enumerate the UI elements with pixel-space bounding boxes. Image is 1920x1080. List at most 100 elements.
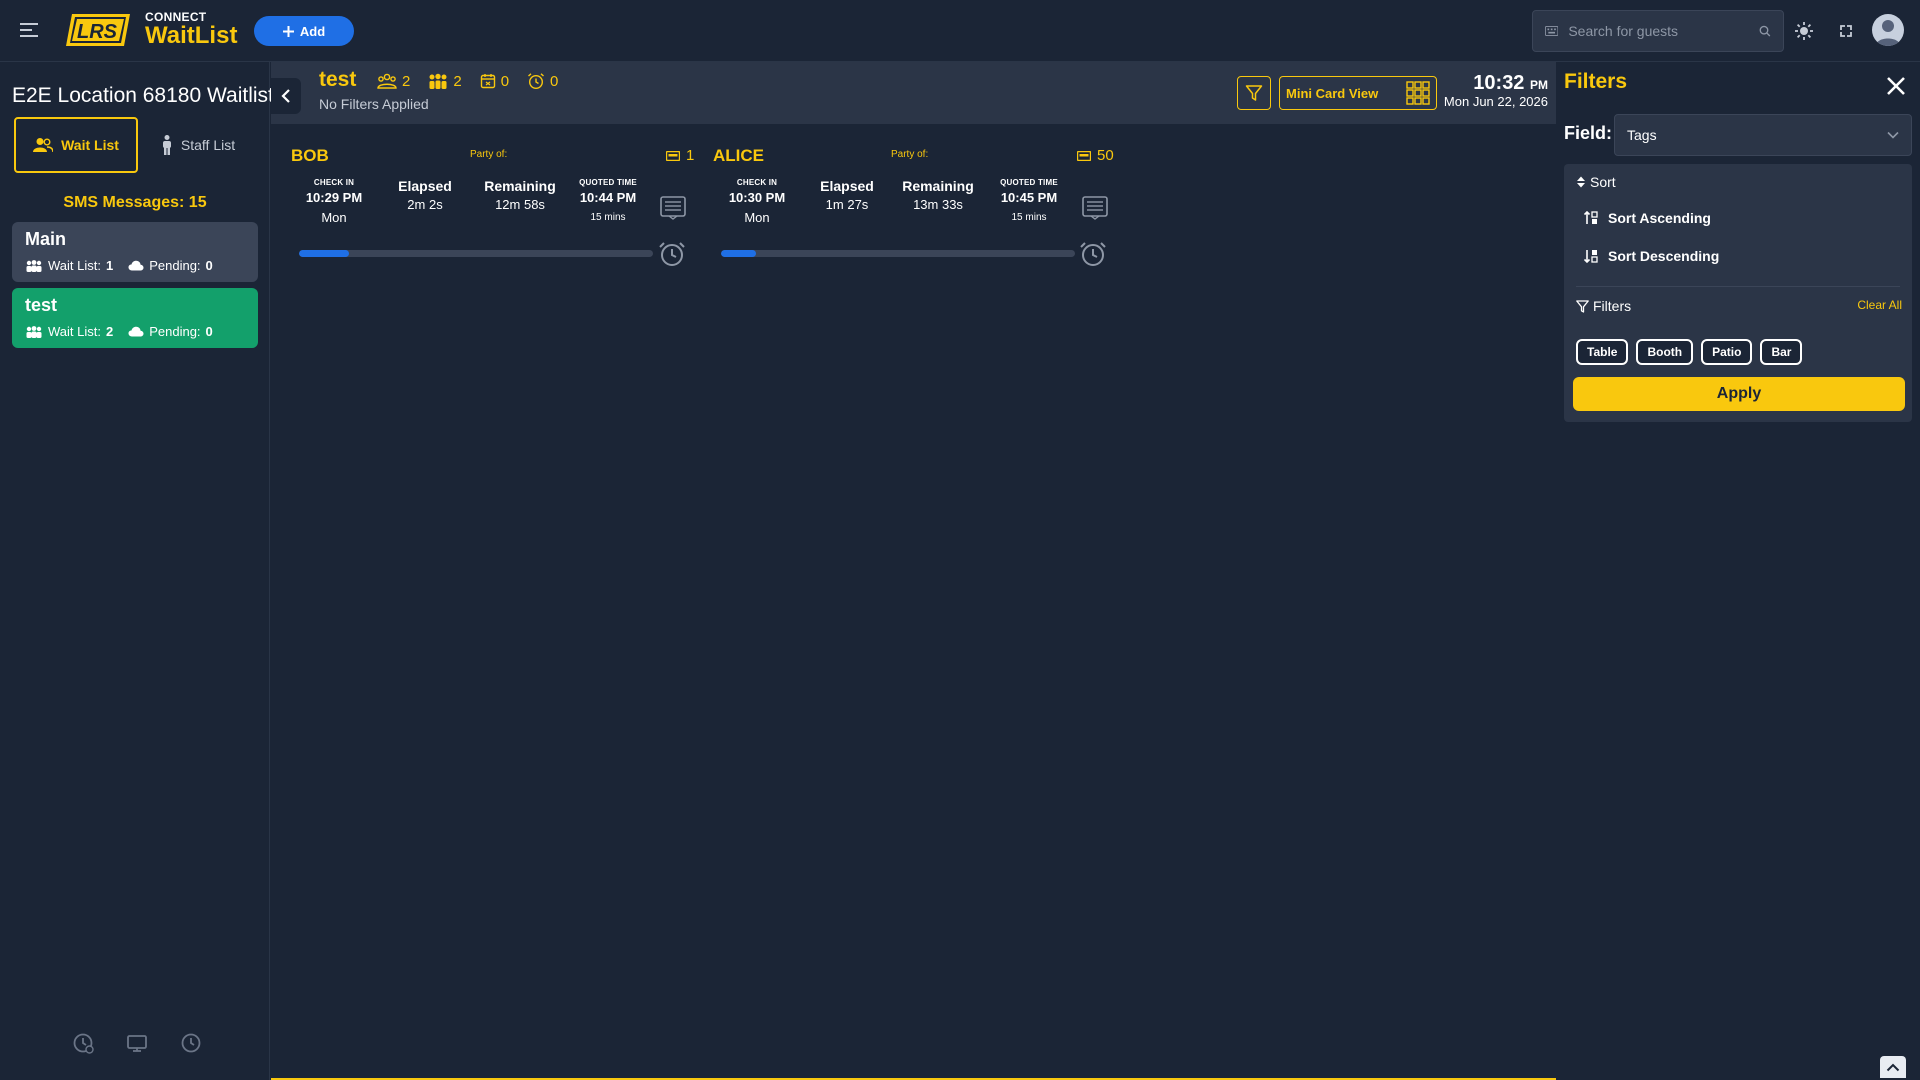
remaining-value: 13m 33s xyxy=(913,197,963,212)
checkin-label: CHECK IN xyxy=(736,178,778,187)
sort-filter-box: Sort Sort Ascending Sort Descending Filt… xyxy=(1564,164,1912,422)
scroll-to-top-button[interactable] xyxy=(1880,1056,1906,1078)
remaining-label: Remaining xyxy=(484,178,556,194)
guest-card[interactable]: ALICE Party of: 50 CHECK IN 10:30 PM Mon… xyxy=(713,138,1121,278)
sort-descending-option[interactable]: Sort Descending xyxy=(1584,248,1719,264)
sort-icon xyxy=(1577,176,1585,188)
tab-wait-list-label: Wait List xyxy=(61,137,119,153)
pending-count-label: Pending: xyxy=(149,324,201,339)
top-bar: LRS CONNECT WaitList Add xyxy=(0,0,1920,62)
alarm-clock-icon[interactable] xyxy=(1079,240,1107,268)
search-icon[interactable] xyxy=(1759,24,1771,38)
collapse-sidebar-button[interactable] xyxy=(271,78,301,114)
checkin-time: 10:30 PM xyxy=(728,190,786,205)
apply-button[interactable]: Apply xyxy=(1573,377,1905,411)
wait-progress-fill xyxy=(299,250,349,257)
chevron-down-icon xyxy=(1887,131,1899,139)
wait-progress-fill xyxy=(721,250,757,257)
remaining-column: Remaining 13m 33s xyxy=(898,178,978,212)
plus-icon xyxy=(282,25,294,37)
quoted-time: 10:45 PM xyxy=(1000,190,1058,205)
clock-time: 10:32 xyxy=(1473,72,1525,94)
field-select-value: Tags xyxy=(1627,127,1657,143)
sort-ascending-option[interactable]: Sort Ascending xyxy=(1584,210,1711,226)
quoted-column: QUOTED TIME 10:44 PM 15 mins xyxy=(573,178,643,223)
guest-card[interactable]: BOB Party of: 1 CHECK IN 10:29 PM Mon El… xyxy=(291,138,699,278)
person-standing-icon xyxy=(162,135,171,155)
checkin-label: CHECK IN xyxy=(313,178,355,187)
notes-icon[interactable] xyxy=(1082,196,1108,220)
remaining-column: Remaining 12m 58s xyxy=(480,178,560,212)
history-help-icon[interactable] xyxy=(72,1032,94,1054)
checkin-time: 10:29 PM xyxy=(305,190,363,205)
tab-wait-list[interactable]: Wait List xyxy=(14,117,138,173)
alarms-counter: 0 xyxy=(527,72,558,90)
waitlist-count-label: Wait List: xyxy=(48,258,101,273)
sort-descending-label: Sort Descending xyxy=(1608,248,1720,264)
hamburger-menu-icon[interactable] xyxy=(19,19,41,41)
alarm-clock-icon xyxy=(528,73,544,90)
brand: CONNECT WaitList xyxy=(145,11,237,49)
view-label: Mini Card View xyxy=(1286,85,1379,101)
tab-staff-list[interactable]: Staff List xyxy=(138,117,258,173)
sort-ascending-label: Sort Ascending xyxy=(1608,210,1711,226)
add-button[interactable]: Add xyxy=(254,16,354,46)
chevron-left-icon xyxy=(281,89,290,103)
clock-icon[interactable] xyxy=(180,1032,202,1054)
list-title: test xyxy=(319,68,357,91)
elapsed-label: Elapsed xyxy=(398,178,452,194)
reservations-count: 0 xyxy=(500,72,510,90)
waitlist-stats: Wait List: 1 Pending: 0 xyxy=(25,258,245,273)
alarms-count: 0 xyxy=(550,72,559,90)
section-divider xyxy=(1576,286,1900,287)
monitor-icon[interactable] xyxy=(126,1032,148,1054)
quoted-mins: 15 mins xyxy=(590,212,626,223)
filter-chip-bar[interactable]: Bar xyxy=(1760,339,1803,365)
table-icon xyxy=(1077,150,1091,161)
user-avatar[interactable] xyxy=(1872,14,1904,46)
elapsed-value: 1m 27s xyxy=(825,197,869,212)
parties-count: 2 xyxy=(453,72,462,90)
clear-all-link[interactable]: Clear All xyxy=(1857,298,1902,312)
quoted-time: 10:44 PM xyxy=(579,190,637,205)
alarm-clock-icon[interactable] xyxy=(658,240,686,268)
quoted-label: QUOTED TIME xyxy=(1000,178,1058,187)
quoted-column: QUOTED TIME 10:45 PM 15 mins xyxy=(994,178,1064,223)
content-header: test 2 2 0 0 No Filters Applied Mini Car… xyxy=(271,62,1556,124)
brightness-icon[interactable] xyxy=(1793,20,1815,42)
list-counters: 2 2 0 0 xyxy=(377,72,558,90)
filter-chip-table[interactable]: Table xyxy=(1576,339,1629,365)
filter-chip-booth[interactable]: Booth xyxy=(1636,339,1694,365)
checkin-column: CHECK IN 10:30 PM Mon xyxy=(727,178,787,225)
filters-panel-title: Filters xyxy=(1564,70,1628,93)
close-icon[interactable] xyxy=(1884,74,1908,98)
field-select[interactable]: Tags xyxy=(1614,114,1912,156)
sidebar: E2E Location 68180 Waitlist Wait List St… xyxy=(0,62,274,1080)
guests-count: 2 xyxy=(402,72,411,90)
clock-time-row: 10:32 PM xyxy=(1444,72,1548,95)
keyboard-icon xyxy=(1545,26,1559,36)
grid-icon xyxy=(1406,81,1430,105)
clock-ampm: PM xyxy=(1530,78,1548,92)
waitlist-stats: Wait List: 2 Pending: 0 xyxy=(25,324,245,339)
notes-icon[interactable] xyxy=(660,196,686,220)
waitlist-count: 2 xyxy=(105,324,114,339)
filter-chip-patio[interactable]: Patio xyxy=(1701,339,1753,365)
waitlist-count: 1 xyxy=(105,258,114,273)
guest-name: ALICE xyxy=(713,146,764,165)
checkin-day: Mon xyxy=(321,210,347,225)
search-input[interactable] xyxy=(1568,23,1750,39)
fullscreen-icon[interactable] xyxy=(1835,20,1857,42)
party-size-value: 1 xyxy=(686,147,695,164)
add-button-label: Add xyxy=(299,23,326,39)
group-icon xyxy=(26,259,42,272)
waitlist-name: test xyxy=(25,295,58,315)
svg-text:LRS: LRS xyxy=(77,21,118,43)
waitlist-card-main[interactable]: Main Wait List: 1 Pending: 0 xyxy=(12,222,258,282)
filter-button[interactable] xyxy=(1237,76,1271,110)
clock-date: Mon Jun 22, 2026 xyxy=(1443,94,1548,109)
mini-card-view-button[interactable]: Mini Card View xyxy=(1279,76,1437,110)
funnel-icon xyxy=(1576,299,1589,313)
sort-title: Sort xyxy=(1590,174,1616,190)
waitlist-card-test[interactable]: test Wait List: 2 Pending: 0 xyxy=(12,288,258,348)
